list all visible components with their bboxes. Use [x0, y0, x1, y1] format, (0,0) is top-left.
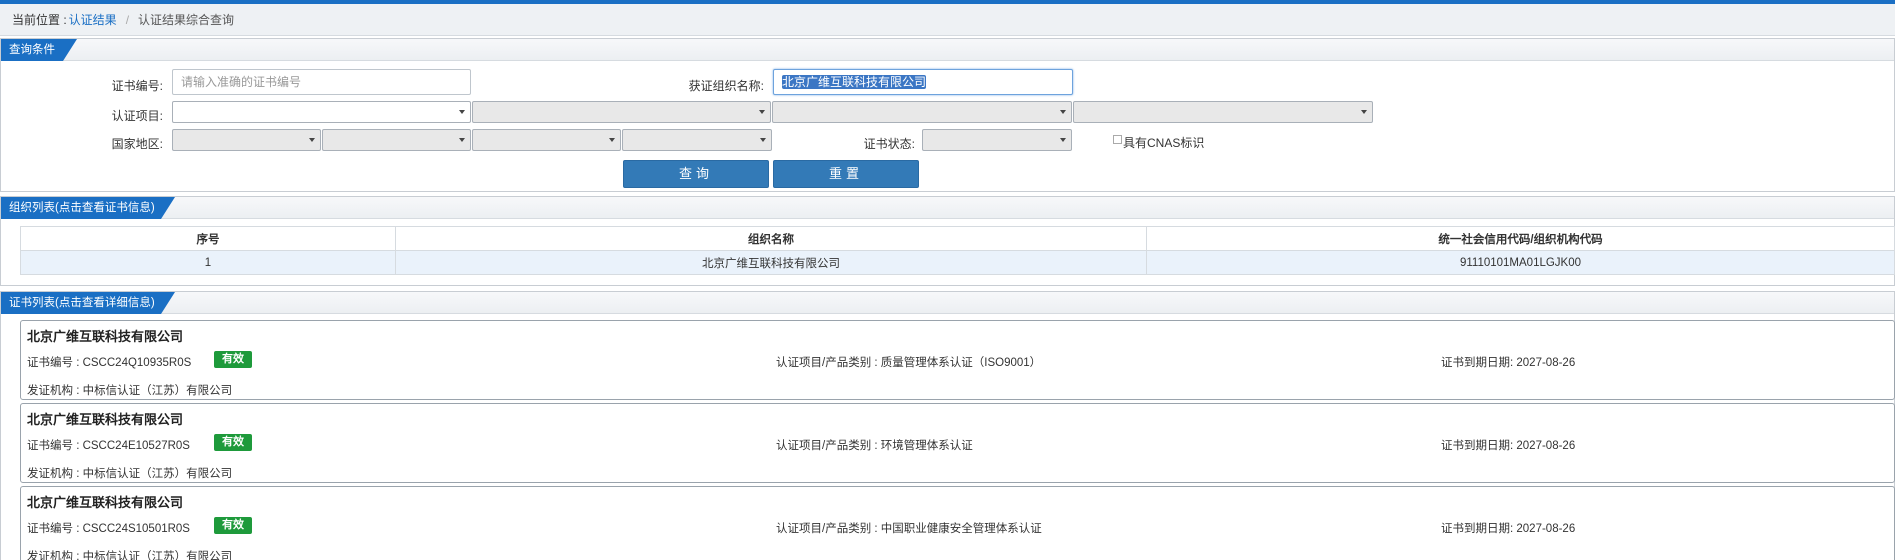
cert-issuer: 发证机构 : 中标信认证（江苏）有限公司: [27, 551, 233, 560]
cert-item: 认证项目/产品类别 : 中国职业健康安全管理体系认证: [776, 523, 1042, 535]
cert-expiry: 证书到期日期: 2027-08-26: [1441, 523, 1576, 535]
org-table-header-row: 序号 组织名称 统一社会信用代码/组织机构代码: [20, 226, 1895, 251]
cert-card-3[interactable]: 北京广维互联科技有限公司 证书编号 : CSCC24S10501R0S 有效 认…: [20, 486, 1895, 560]
col-index: 序号: [20, 226, 396, 251]
org-table: 序号 组织名称 统一社会信用代码/组织机构代码 1 北京广维互联科技有限公司 9…: [20, 226, 1895, 275]
status-badge: 有效: [214, 351, 252, 368]
cnas-checkbox[interactable]: [1113, 135, 1122, 144]
reset-button[interactable]: 重置: [773, 160, 919, 188]
breadcrumb-prefix: 当前位置 :: [12, 13, 67, 27]
breadcrumb-separator: /: [125, 12, 130, 27]
chevron-down-icon: [760, 138, 766, 142]
chevron-down-icon: [459, 110, 465, 114]
cert-item-select-1[interactable]: [172, 101, 471, 123]
col-org-name: 组织名称: [395, 226, 1147, 251]
status-badge: 有效: [214, 434, 252, 451]
cell-index: 1: [20, 250, 396, 275]
org-list-panel-header: 组织列表(点击查看证书信息): [1, 197, 1894, 219]
table-row[interactable]: 1 北京广维互联科技有限公司 91110101MA01LGJK00: [20, 250, 1895, 275]
org-name-value: 北京广维互联科技有限公司: [782, 75, 927, 89]
cert-expiry: 证书到期日期: 2027-08-26: [1441, 357, 1576, 369]
org-name-input[interactable]: 北京广维互联科技有限公司: [773, 69, 1073, 95]
region-select-2[interactable]: [322, 129, 471, 151]
cert-issuer: 发证机构 : 中标信认证（江苏）有限公司: [27, 385, 233, 397]
chevron-down-icon: [1361, 110, 1367, 114]
cert-item-label: 认证项目:: [111, 109, 163, 123]
chevron-down-icon: [309, 138, 315, 142]
cert-item: 认证项目/产品类别 : 环境管理体系认证: [776, 440, 973, 452]
region-select-1[interactable]: [172, 129, 321, 151]
chevron-down-icon: [459, 138, 465, 142]
cert-list-section-title: 证书列表(点击查看详细信息): [1, 292, 175, 314]
cert-card-1[interactable]: 北京广维互联科技有限公司 证书编号 : CSCC24Q10935R0S 有效 认…: [20, 320, 1895, 400]
cell-org-name: 北京广维互联科技有限公司: [395, 250, 1147, 275]
cert-number: 证书编号 : CSCC24Q10935R0S: [27, 357, 192, 369]
breadcrumb-link-results[interactable]: 认证结果: [69, 11, 117, 28]
cert-org-name: 北京广维互联科技有限公司: [27, 329, 184, 344]
cell-credit-code: 91110101MA01LGJK00: [1146, 250, 1895, 275]
region-select-3[interactable]: [472, 129, 621, 151]
breadcrumb: 当前位置 : 认证结果 / 认证结果综合查询: [0, 4, 1895, 36]
region-label: 国家地区:: [111, 137, 163, 151]
cert-number: 证书编号 : CSCC24E10527R0S: [27, 440, 190, 452]
cert-org-name: 北京广维互联科技有限公司: [27, 412, 184, 427]
chevron-down-icon: [609, 138, 615, 142]
query-panel: 查询条件 证书编号: 请输入准确的证书编号 获证组织名称: 北京广维互联科技有限…: [0, 38, 1895, 192]
query-section-title: 查询条件: [1, 39, 77, 61]
cert-number: 证书编号 : CSCC24S10501R0S: [27, 523, 190, 535]
status-label: 证书状态:: [863, 137, 915, 151]
cert-item: 认证项目/产品类别 : 质量管理体系认证（ISO9001）: [776, 357, 1042, 369]
search-button[interactable]: 查询: [623, 160, 769, 188]
cnas-label: 具有CNAS标识: [1123, 136, 1205, 150]
chevron-down-icon: [759, 110, 765, 114]
cert-item-select-2[interactable]: [472, 101, 771, 123]
cert-no-input[interactable]: 请输入准确的证书编号: [172, 69, 471, 95]
cert-no-label: 证书编号:: [111, 79, 163, 93]
cert-item-select-4[interactable]: [1073, 101, 1373, 123]
cert-item-select-3[interactable]: [772, 101, 1072, 123]
chevron-down-icon: [1060, 110, 1066, 114]
status-badge: 有效: [214, 517, 252, 534]
org-list-section-title: 组织列表(点击查看证书信息): [1, 197, 175, 219]
chevron-down-icon: [1060, 138, 1066, 142]
col-credit-code: 统一社会信用代码/组织机构代码: [1146, 226, 1895, 251]
cert-list-panel-header: 证书列表(点击查看详细信息): [1, 292, 1894, 314]
status-select[interactable]: [922, 129, 1072, 151]
cert-expiry: 证书到期日期: 2027-08-26: [1441, 440, 1576, 452]
cert-issuer: 发证机构 : 中标信认证（江苏）有限公司: [27, 468, 233, 480]
query-panel-header: 查询条件: [1, 39, 1894, 61]
cert-org-name: 北京广维互联科技有限公司: [27, 495, 184, 510]
breadcrumb-current: 认证结果综合查询: [138, 13, 235, 27]
cert-card-2[interactable]: 北京广维互联科技有限公司 证书编号 : CSCC24E10527R0S 有效 认…: [20, 403, 1895, 483]
region-select-4[interactable]: [622, 129, 772, 151]
org-name-label: 获证组织名称:: [688, 79, 764, 93]
